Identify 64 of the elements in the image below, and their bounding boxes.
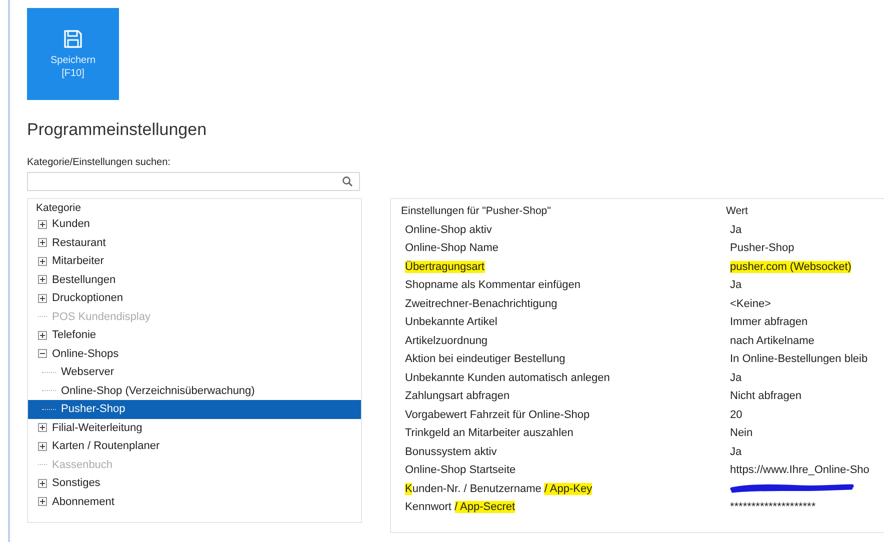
tree-item[interactable]: Bestellungen	[52, 274, 116, 286]
search-field[interactable]	[27, 172, 360, 191]
tree-item[interactable]: Druckoptionen	[52, 292, 123, 304]
setting-name: Online-Shop Startseite	[404, 464, 517, 476]
tree-item[interactable]: Kunden	[52, 218, 90, 230]
tree-item[interactable]: Telefonie	[52, 329, 96, 342]
expand-icon[interactable]	[38, 423, 47, 432]
expand-icon[interactable]	[38, 238, 47, 248]
expand-icon[interactable]	[38, 330, 47, 340]
setting-name: Unbekannte Kunden automatisch anlegen	[404, 372, 611, 384]
setting-value[interactable]: Ja	[730, 446, 742, 458]
setting-name: Artikelzuordnung	[404, 334, 489, 347]
column-header: Wert	[726, 205, 748, 218]
tree-item[interactable]: Online-Shops	[52, 348, 119, 360]
setting-name: Bonussystem aktiv	[404, 446, 498, 458]
setting-name: Übertragungsart	[404, 260, 486, 273]
tree-item[interactable]: Filial-Weiterleitung	[52, 422, 142, 434]
column-header: Einstellungen für "Pusher-Shop"	[400, 205, 552, 218]
column-header: Kategorie	[35, 202, 82, 215]
tree-item[interactable]: Karten / Routenplaner	[52, 440, 160, 452]
expand-icon[interactable]	[38, 275, 47, 284]
tree-item[interactable]: Online-Shop (Verzeichnisüberwachung)	[61, 384, 255, 397]
expand-icon[interactable]	[38, 497, 47, 506]
redaction-scribble-icon	[730, 484, 854, 494]
setting-name: Zahlungsart abfragen	[404, 390, 511, 402]
tree-item[interactable]: Sonstiges	[52, 477, 100, 490]
setting-value[interactable]: Ja	[730, 224, 742, 236]
tree-item[interactable]: Pusher-Shop	[61, 403, 126, 416]
setting-name: Online-Shop Name	[404, 242, 500, 254]
collapse-icon[interactable]	[38, 349, 47, 358]
expand-icon[interactable]	[38, 256, 47, 266]
setting-value[interactable]: Pusher-Shop	[730, 242, 794, 254]
tree-item[interactable]: Mitarbeiter	[52, 255, 104, 268]
setting-value[interactable]: Nicht abfragen	[730, 390, 802, 402]
setting-value[interactable]: pusher.com (Websocket)	[730, 260, 852, 273]
expand-icon[interactable]	[38, 294, 47, 303]
setting-value[interactable]: Immer abfragen	[730, 316, 808, 328]
selected-row[interactable]: Pusher-Shop	[28, 400, 361, 418]
search-icon	[342, 176, 353, 187]
setting-value[interactable]: In Online-Bestellungen bleib	[730, 353, 868, 366]
setting-value[interactable]: Nein	[730, 427, 753, 440]
setting-name: Zweitrechner-Benachrichtigung	[404, 298, 558, 310]
setting-name: Online-Shop aktiv	[404, 224, 493, 236]
expand-icon[interactable]	[38, 220, 47, 229]
setting-name: Unbekannte Artikel	[404, 316, 498, 328]
setting-value[interactable]: nach Artikelname	[730, 334, 814, 347]
search-label: Kategorie/Einstellungen suchen:	[27, 157, 172, 168]
setting-name: Trinkgeld an Mitarbeiter auszahlen	[404, 427, 574, 440]
tree-item[interactable]: Webserver	[61, 366, 114, 378]
setting-name: Kunden-Nr. / Benutzername / App-Key	[404, 482, 594, 495]
setting-value[interactable]: <Keine>	[730, 298, 771, 310]
setting-name: Vorgabewert Fahrzeit für Online-Shop	[404, 408, 591, 421]
page-title: Programmeinstellungen	[27, 120, 208, 140]
setting-value[interactable]: https://www.Ihre_Online-Sho	[730, 464, 870, 476]
setting-name: Aktion bei eindeutiger Bestellung	[404, 353, 566, 366]
expand-icon[interactable]	[38, 442, 47, 451]
setting-value[interactable]: ********************	[730, 501, 816, 514]
setting-value[interactable]: 20	[730, 408, 742, 421]
setting-name: Shopname als Kommentar einfügen	[404, 279, 582, 292]
expand-icon[interactable]	[38, 478, 47, 488]
setting-value[interactable]: Ja	[730, 372, 742, 384]
setting-value[interactable]: Ja	[730, 279, 742, 292]
tree-item[interactable]: Abonnement	[52, 496, 114, 508]
tree-item[interactable]: Restaurant	[52, 236, 106, 249]
